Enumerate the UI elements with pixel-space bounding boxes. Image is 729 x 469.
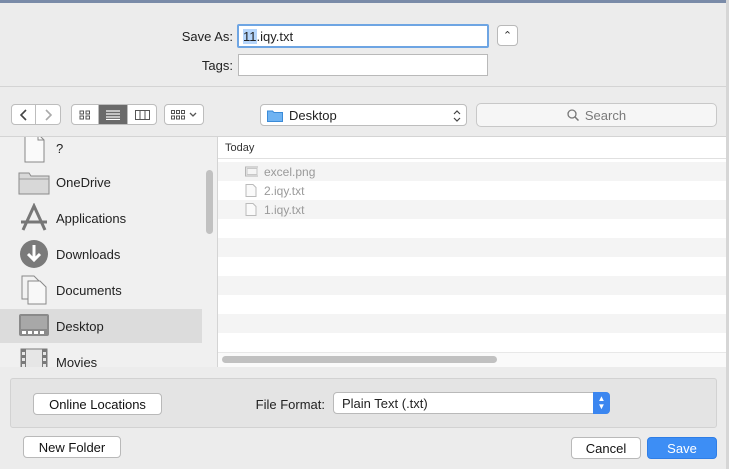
sidebar-item-movies[interactable]: Movies <box>0 345 202 367</box>
sidebar-item-unknown[interactable]: ? <box>0 137 202 165</box>
section-header: Today <box>218 137 726 159</box>
empty-row <box>218 219 726 238</box>
back-button[interactable] <box>11 104 36 125</box>
folder-icon <box>17 166 51 198</box>
save-as-text: 11.iqy.txt <box>243 29 293 44</box>
tags-input[interactable] <box>238 54 488 76</box>
sidebar-item-applications[interactable]: Applications <box>0 201 202 235</box>
file-row[interactable]: 2.iqy.txt <box>218 181 726 200</box>
file-name: excel.png <box>264 165 316 179</box>
sidebar-item-desktop[interactable]: Desktop <box>0 309 202 343</box>
empty-row <box>218 276 726 295</box>
icon-view-icon <box>79 110 90 119</box>
tags-label: Tags: <box>201 58 233 73</box>
file-name: 1.iqy.txt <box>264 203 305 217</box>
forward-button[interactable] <box>36 104 61 125</box>
save-as-selected-text: 11 <box>243 29 257 44</box>
file-format-value: Plain Text (.txt) <box>342 396 428 411</box>
desktop-icon <box>17 310 51 342</box>
location-label: Desktop <box>289 107 337 123</box>
chevron-left-icon <box>19 108 27 121</box>
document-icon <box>17 137 51 164</box>
sidebar-item-label: Downloads <box>56 246 121 262</box>
search-placeholder: Search <box>584 107 627 123</box>
nav-buttons <box>11 104 61 125</box>
section-header-label: Today <box>225 142 255 154</box>
sidebar-item-documents[interactable]: Documents <box>0 273 202 307</box>
collapse-dialog-button[interactable]: ⌃ <box>497 25 518 46</box>
folder-icon <box>267 110 283 122</box>
column-view-icon <box>134 109 150 120</box>
empty-row <box>218 295 726 314</box>
new-folder-button[interactable]: New Folder <box>23 436 121 458</box>
divider <box>0 86 726 87</box>
file-format-label: File Format: <box>255 397 325 412</box>
sidebar-item-onedrive[interactable]: OneDrive <box>0 165 202 199</box>
chevron-down-icon <box>189 112 197 117</box>
file-row[interactable]: 1.iqy.txt <box>218 200 726 219</box>
image-file-icon <box>245 166 258 177</box>
search-field[interactable]: Search <box>476 103 717 127</box>
group-arrange-button[interactable] <box>164 104 204 125</box>
up-down-arrows-icon: ▲ ▼ <box>593 392 610 414</box>
chevron-right-icon <box>45 108 52 121</box>
file-row[interactable]: excel.png <box>218 162 726 181</box>
sidebar-scrollbar[interactable] <box>206 170 213 234</box>
horizontal-scrollbar[interactable] <box>222 356 497 363</box>
empty-row <box>218 314 726 333</box>
save-as-input[interactable]: 11.iqy.txt <box>237 24 489 48</box>
sidebar-item-label: OneDrive <box>56 174 111 190</box>
column-view-button[interactable] <box>128 104 157 125</box>
file-format-popup[interactable]: Plain Text (.txt) ▲ ▼ <box>333 392 610 414</box>
sidebar-item-label: Documents <box>56 282 122 298</box>
sidebar-item-label: Applications <box>56 210 127 226</box>
sidebar-item-label: Movies <box>56 354 98 368</box>
location-popup[interactable]: Desktop <box>260 104 467 126</box>
list-view-icon <box>106 109 120 120</box>
sidebar-item-label: ? <box>56 140 64 156</box>
empty-row <box>218 333 726 352</box>
icon-view-button[interactable] <box>71 104 99 125</box>
gallery-view-icon <box>171 109 185 119</box>
window-top-edge <box>0 0 729 3</box>
file-list: Today excel.png 2.iqy.txt 1.iqy.txt <box>218 137 726 367</box>
save-button[interactable]: Save <box>647 437 717 459</box>
sidebar-item-label: Desktop <box>56 318 104 334</box>
applications-icon <box>17 202 51 234</box>
view-mode-control <box>71 104 157 125</box>
chevron-up-icon: ⌃ <box>502 30 513 42</box>
sidebar: ? OneDrive Applications Downloads Docume… <box>0 137 217 367</box>
list-view-button[interactable] <box>99 104 128 125</box>
save-as-unselected-text: .iqy.txt <box>256 29 294 44</box>
save-as-label: Save As: <box>181 29 233 44</box>
downloads-icon <box>17 238 51 270</box>
text-file-icon <box>245 203 257 216</box>
file-name: 2.iqy.txt <box>264 184 305 198</box>
search-icon <box>567 109 579 121</box>
online-locations-button[interactable]: Online Locations <box>33 393 162 415</box>
cancel-button[interactable]: Cancel <box>571 437 641 459</box>
sidebar-item-downloads[interactable]: Downloads <box>0 237 202 271</box>
up-down-arrows-icon <box>453 110 461 122</box>
documents-icon <box>17 274 51 306</box>
movies-icon <box>17 346 51 367</box>
text-file-icon <box>245 184 257 197</box>
empty-row <box>218 257 726 276</box>
empty-row <box>218 238 726 257</box>
